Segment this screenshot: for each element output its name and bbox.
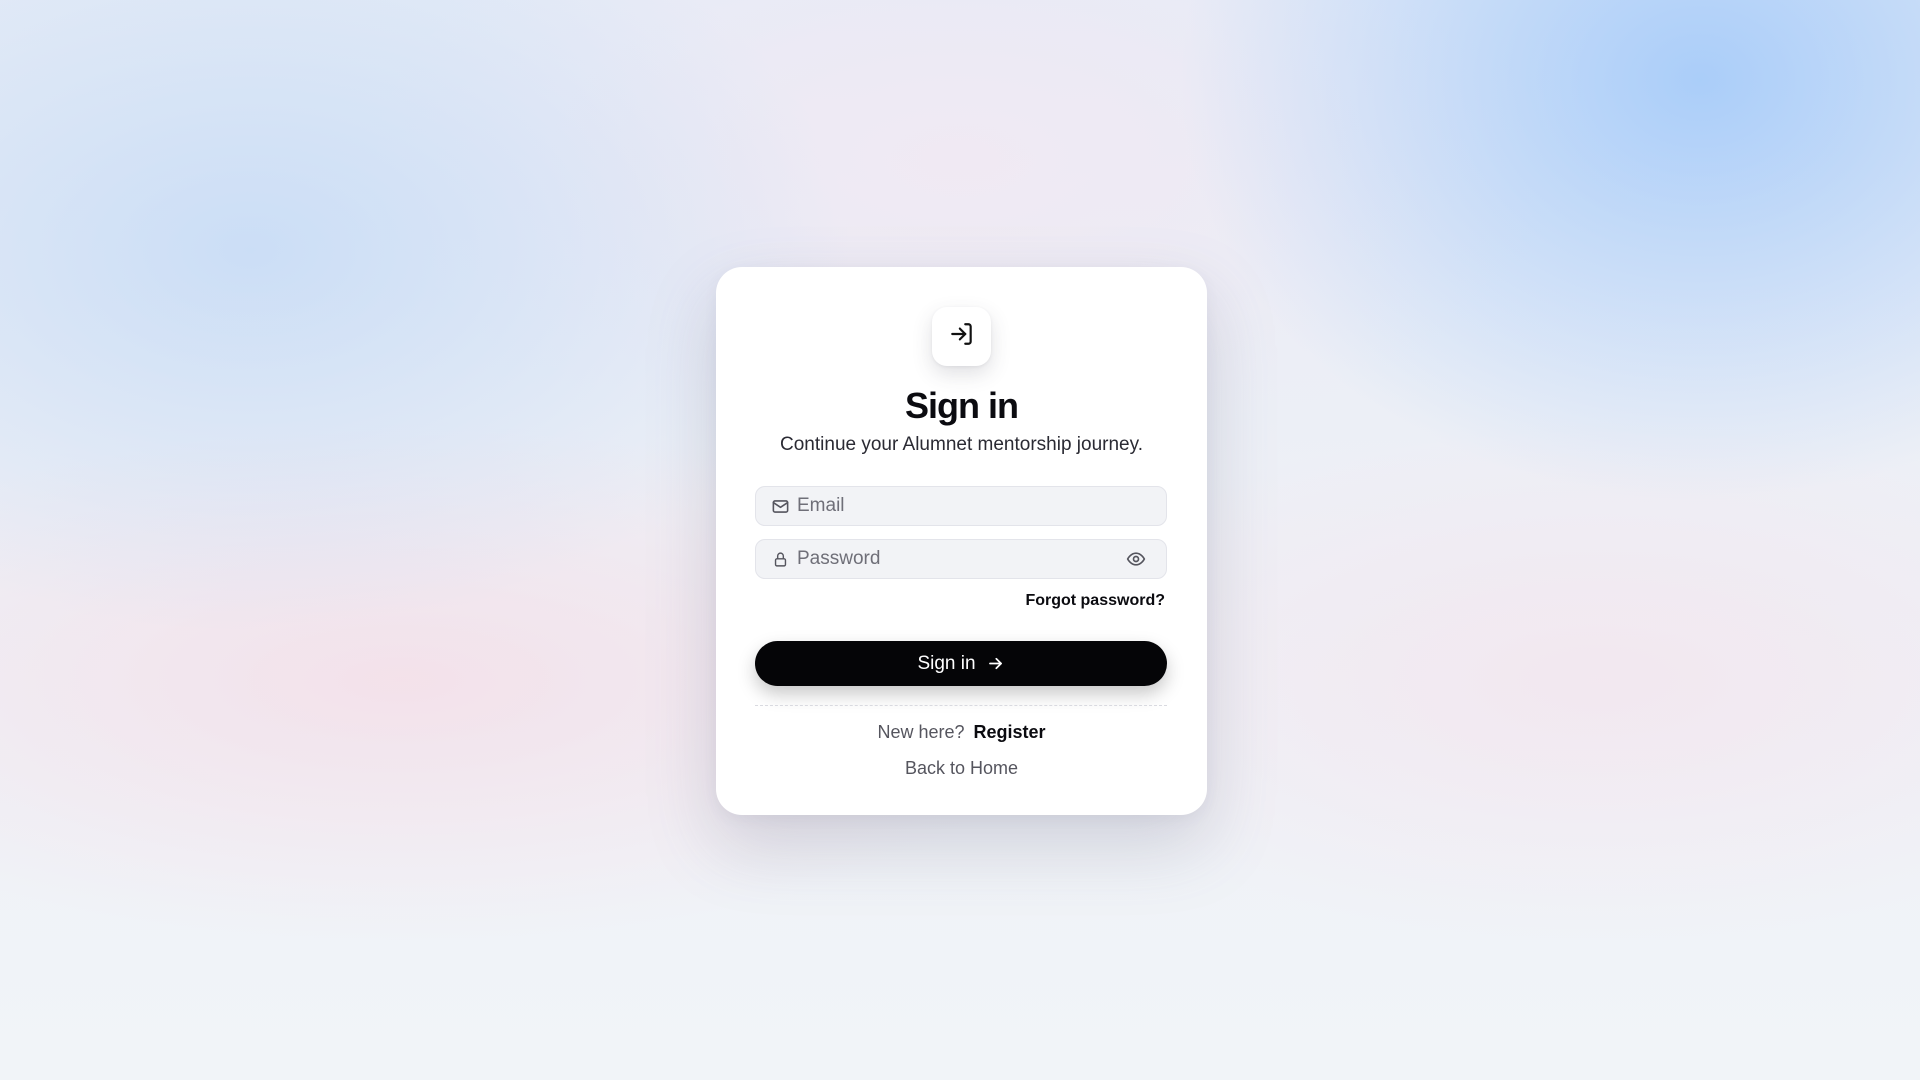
arrow-right-icon (986, 654, 1005, 673)
new-here-text: New here? (877, 722, 965, 742)
back-to-home-link[interactable]: Back to Home (716, 758, 1207, 779)
sign-in-button-label: Sign in (917, 652, 976, 674)
password-field[interactable] (755, 539, 1167, 579)
register-link[interactable]: Register (974, 722, 1046, 742)
page-subtitle: Continue your Alumnet mentorship journey… (780, 434, 1143, 455)
logo-tile (932, 307, 991, 366)
log-in-icon (949, 321, 975, 352)
signin-card: Sign in Continue your Alumnet mentorship… (716, 267, 1207, 815)
register-row: New here? Register (716, 722, 1207, 743)
lock-icon (770, 549, 790, 569)
email-input[interactable] (797, 487, 1166, 525)
page-title: Sign in (905, 385, 1019, 426)
password-input[interactable] (797, 540, 1124, 578)
forgot-password-link[interactable]: Forgot password? (1025, 592, 1165, 610)
sign-in-button[interactable]: Sign in (755, 641, 1167, 686)
eye-icon[interactable] (1124, 547, 1148, 571)
mail-icon (770, 496, 790, 516)
email-field[interactable] (755, 486, 1167, 526)
divider (755, 705, 1167, 706)
